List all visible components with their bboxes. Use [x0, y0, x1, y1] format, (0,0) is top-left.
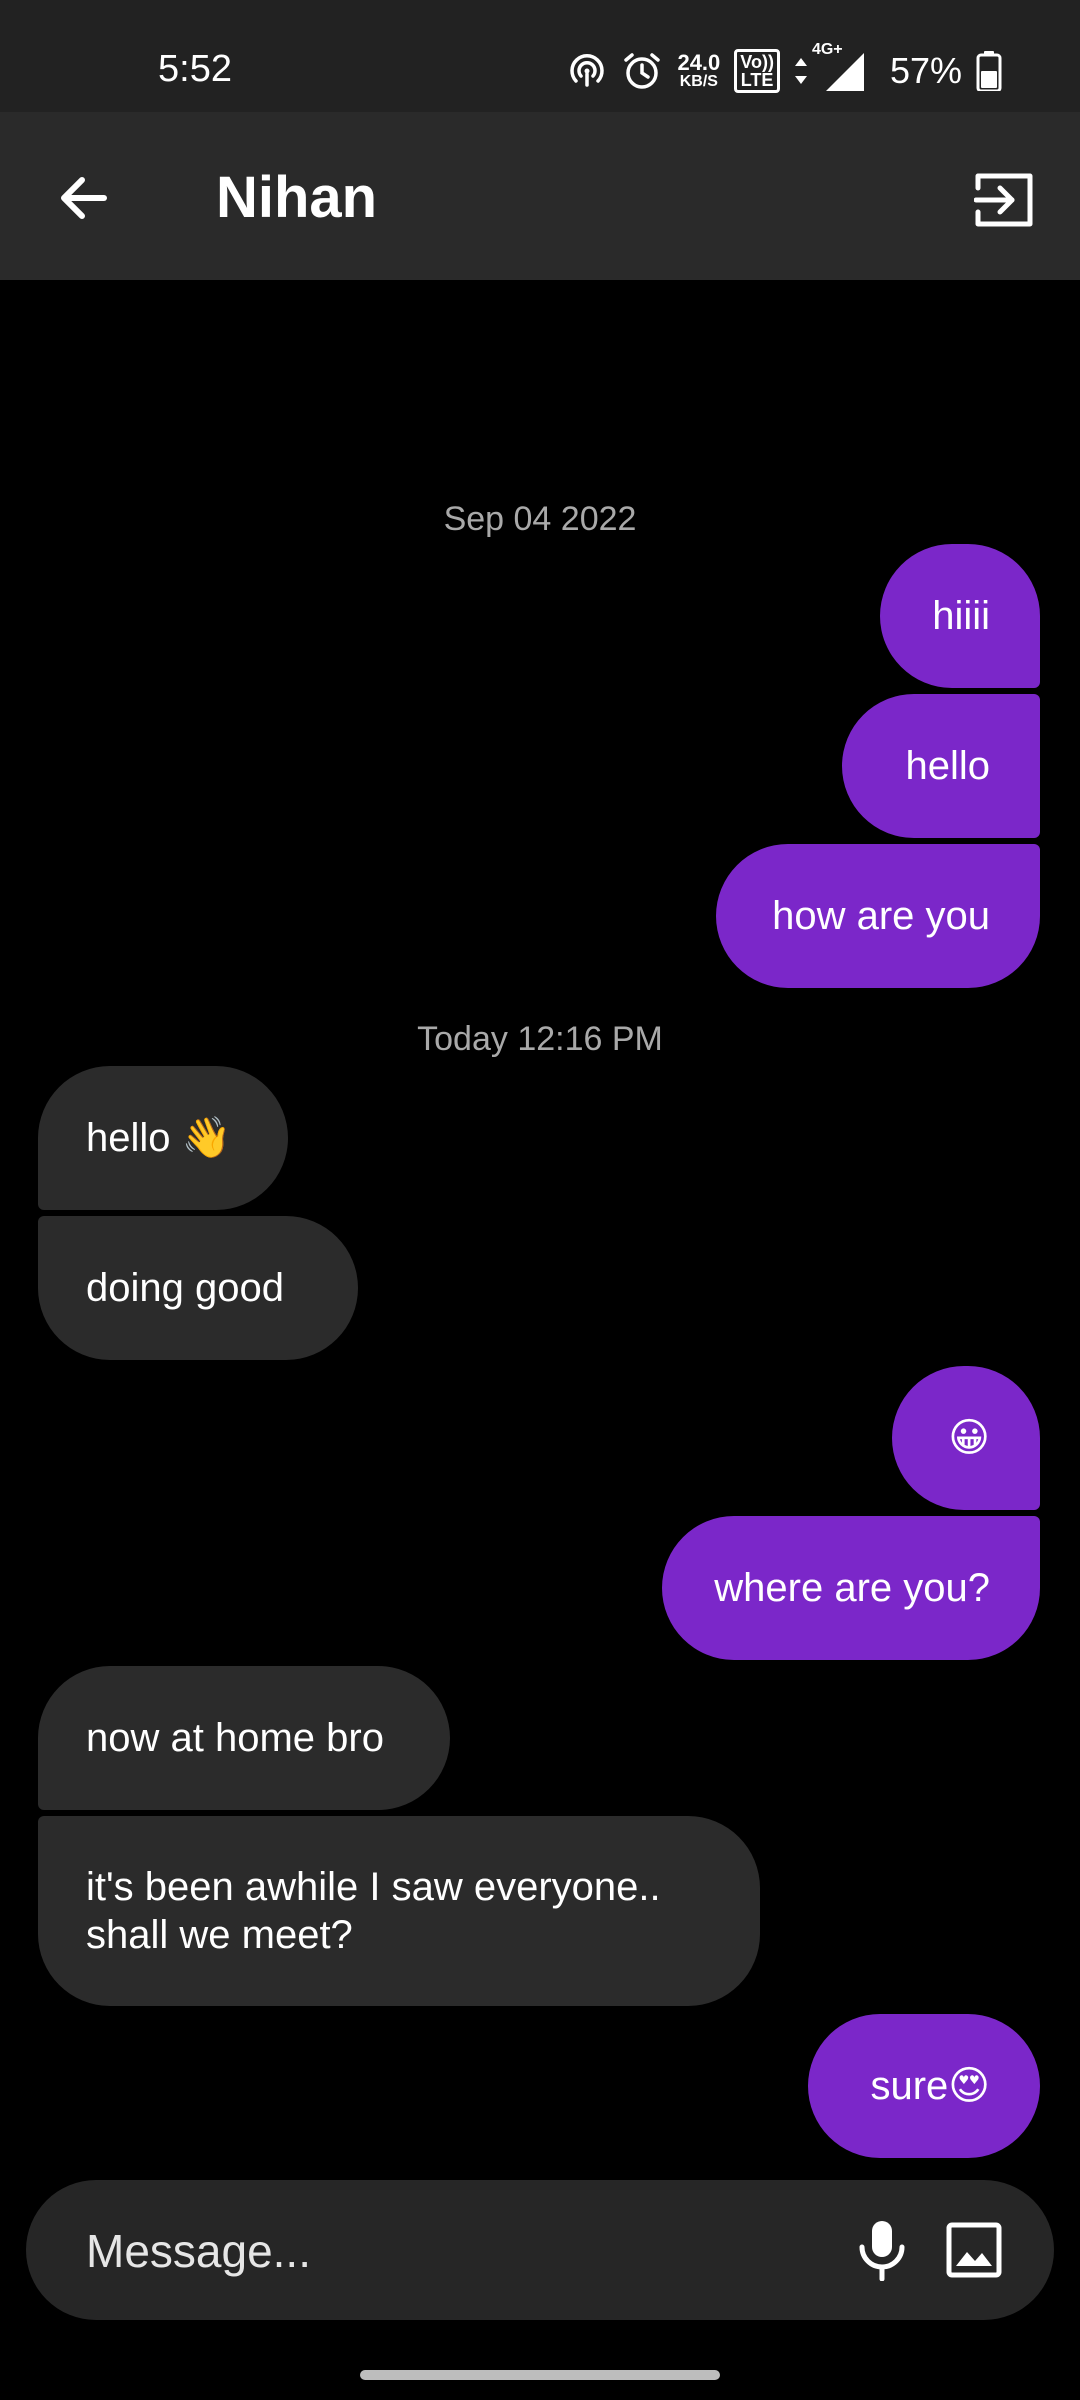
network-speed: 24.0 KB/S: [677, 52, 720, 90]
voice-message-button[interactable]: [842, 2210, 922, 2290]
volte-top-text: Vo)): [740, 52, 774, 72]
volte-bottom-text: LTE: [740, 70, 774, 90]
incoming-message[interactable]: hello 👋: [38, 1066, 288, 1210]
hotspot-icon: [567, 51, 607, 91]
home-indicator[interactable]: [360, 2370, 720, 2380]
outgoing-message[interactable]: where are you?: [662, 1516, 1040, 1660]
status-time: 5:52: [158, 48, 232, 90]
outgoing-message[interactable]: 😀: [892, 1366, 1040, 1510]
microphone-icon: [859, 2221, 905, 2281]
back-button[interactable]: [48, 162, 120, 234]
attach-image-button[interactable]: [934, 2210, 1014, 2290]
outgoing-message[interactable]: how are you: [716, 844, 1040, 988]
arrow-left-icon: [61, 177, 107, 219]
outgoing-message[interactable]: hiiii: [880, 544, 1040, 688]
message-composer: [26, 2180, 1054, 2322]
image-icon: [946, 2222, 1002, 2278]
status-bar: 5:52 24.0 KB/S Vo)) LTE 4G+ 57%: [0, 0, 1080, 112]
chat-header: Nihan: [0, 112, 1080, 280]
volte-icon: Vo)) LTE: [734, 49, 780, 93]
alarm-icon: [621, 50, 663, 92]
battery-percent: 57%: [889, 50, 962, 91]
date-separator: Sep 04 2022: [443, 500, 637, 538]
contact-name: Nihan: [216, 165, 378, 230]
exit-icon: [974, 173, 1033, 227]
outgoing-message[interactable]: hello: [842, 694, 1040, 838]
date-separator: Today 12:16 PM: [417, 1020, 663, 1058]
network-type-label: 4G+: [811, 41, 843, 58]
exit-chat-button[interactable]: [964, 160, 1044, 240]
network-speed-value: 24.0: [677, 50, 721, 75]
message-input[interactable]: [84, 2180, 788, 2322]
status-icons: 24.0 KB/S Vo)) LTE 4G+ 57%: [567, 41, 1002, 96]
incoming-message[interactable]: now at home bro: [38, 1666, 450, 1810]
network-speed-unit: KB/S: [679, 73, 718, 90]
battery-icon: [976, 51, 1002, 91]
incoming-message[interactable]: doing good: [38, 1216, 358, 1360]
data-arrows-icon: [794, 56, 808, 86]
signal-icon: 4G+: [812, 41, 866, 93]
outgoing-message[interactable]: sure😍: [808, 2014, 1040, 2158]
incoming-message[interactable]: it's been awhile I saw everyone.. shall …: [38, 1816, 760, 2006]
